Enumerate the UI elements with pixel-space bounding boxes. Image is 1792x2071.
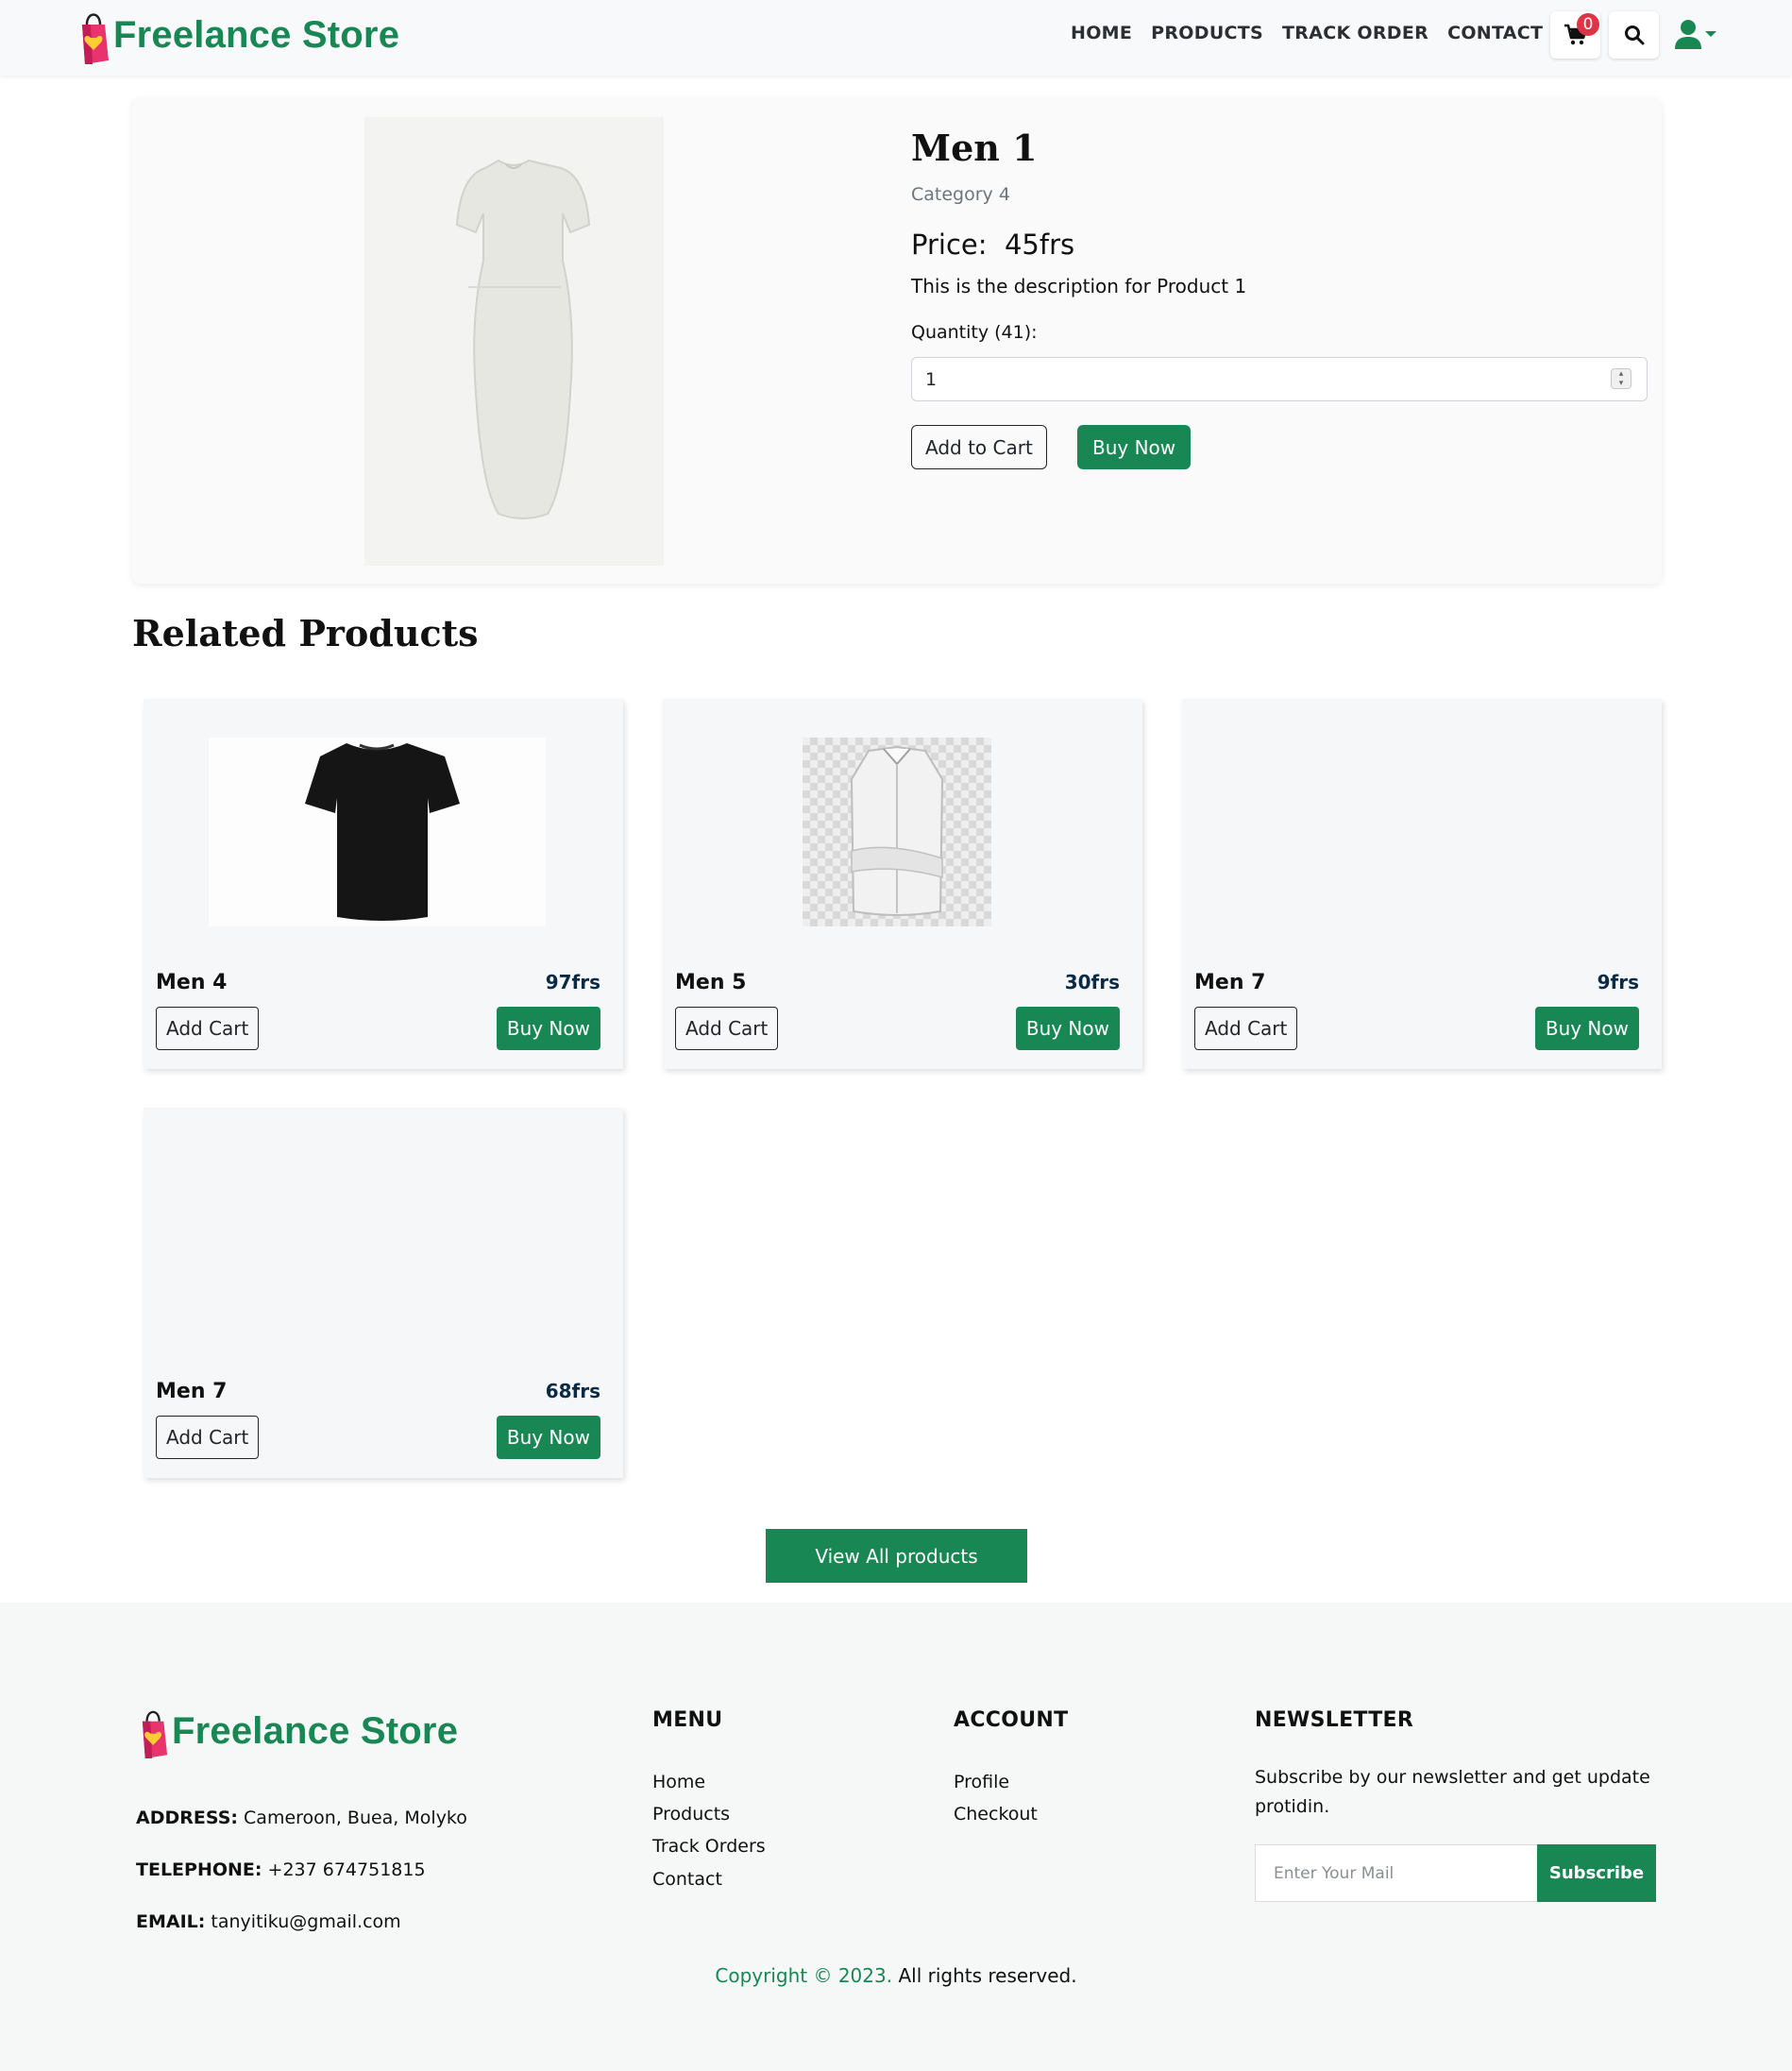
telephone-value: +237 674751815 — [267, 1859, 426, 1880]
footer-address: ADDRESS: Cameroon, Buea, Molyko — [136, 1808, 467, 1828]
footer-link-profile[interactable]: Profile — [954, 1772, 1009, 1792]
quantity-label: Quantity (41): — [911, 322, 1038, 343]
copyright: Copyright © 2023. All rights reserved. — [0, 1964, 1792, 1987]
nav-products[interactable]: PRODUCTS — [1151, 23, 1263, 43]
copyright-year: Copyright © 2023. — [715, 1964, 893, 1987]
user-icon — [1675, 20, 1701, 49]
product-price: Price: 45frs — [911, 229, 1074, 261]
cart-button[interactable]: 0 — [1550, 11, 1600, 59]
product-title: Men 1 — [911, 127, 1038, 169]
product-card-price: 97frs — [545, 971, 600, 993]
add-to-cart-button[interactable]: Add to Cart — [911, 425, 1047, 469]
nav-track-order[interactable]: TRACK ORDER — [1282, 23, 1429, 43]
white-dress-image — [455, 159, 591, 519]
product-card: Men 7 68frs Add Cart Buy Now — [144, 1108, 623, 1478]
product-card-price: 68frs — [545, 1380, 600, 1402]
footer-newsletter-title: NEWSLETTER — [1255, 1708, 1414, 1732]
product-card: Men 5 30frs Add Cart Buy Now — [663, 699, 1142, 1069]
product-card-image — [209, 738, 546, 926]
footer-email: EMAIL: tanyitiku@gmail.com — [136, 1911, 401, 1932]
buy-now-button[interactable]: Buy Now — [1534, 1007, 1639, 1050]
buy-now-button[interactable]: Buy Now — [1077, 425, 1192, 469]
address-value: Cameroon, Buea, Molyko — [244, 1808, 467, 1828]
footer-link-products[interactable]: Products — [652, 1804, 730, 1825]
nav-home[interactable]: HOME — [1071, 23, 1132, 43]
product-card-price: 30frs — [1064, 971, 1120, 993]
add-cart-button[interactable]: Add Cart — [156, 1416, 260, 1459]
copyright-rights: All rights reserved. — [892, 1964, 1077, 1987]
newsletter-email-input[interactable] — [1255, 1844, 1538, 1902]
shopping-bag-logo-icon — [82, 13, 109, 64]
price-value: 45frs — [1004, 229, 1075, 261]
product-card-name: Men 5 — [675, 971, 747, 994]
shopping-bag-logo-icon — [142, 1710, 168, 1758]
buy-now-button[interactable]: Buy Now — [1015, 1007, 1120, 1050]
price-label: Price: — [911, 229, 988, 261]
product-card-name: Men 7 — [1194, 971, 1266, 994]
user-menu[interactable] — [1675, 19, 1716, 49]
add-cart-button[interactable]: Add Cart — [675, 1007, 779, 1050]
email-value: tanyitiku@gmail.com — [211, 1911, 401, 1932]
main-nav: HOME PRODUCTS TRACK ORDER CONTACT — [1071, 23, 1543, 43]
product-card: Men 7 9frs Add Cart Buy Now — [1182, 699, 1662, 1069]
navbar: Freelance Store HOME PRODUCTS TRACK ORDE… — [0, 0, 1792, 76]
product-card-name: Men 4 — [156, 971, 228, 994]
product-card: Men 4 97frs Add Cart Buy Now — [144, 699, 623, 1069]
product-category: Category 4 — [911, 184, 1010, 205]
footer-link-checkout[interactable]: Checkout — [954, 1804, 1038, 1825]
email-label: EMAIL: — [136, 1911, 206, 1932]
white-shirt-image — [850, 745, 944, 916]
black-tshirt-image — [305, 743, 460, 921]
search-icon — [1624, 25, 1644, 45]
telephone-label: TELEPHONE: — [136, 1859, 262, 1880]
quantity-spinner[interactable]: ▴ ▾ — [1611, 368, 1631, 389]
quantity-input[interactable] — [911, 357, 1648, 401]
product-card-price: 9frs — [1597, 971, 1639, 993]
related-products-title: Related Products — [132, 612, 479, 654]
footer — [0, 1603, 1792, 2071]
footer-brand-logo[interactable]: Freelance Store — [140, 1704, 458, 1758]
nav-contact[interactable]: CONTACT — [1447, 23, 1543, 43]
footer-link-contact[interactable]: Contact — [652, 1869, 722, 1890]
brand-name: Freelance Store — [113, 13, 400, 56]
view-all-products-button[interactable]: View All products — [766, 1529, 1027, 1583]
footer-telephone: TELEPHONE: +237 674751815 — [136, 1859, 426, 1880]
add-cart-button[interactable]: Add Cart — [156, 1007, 260, 1050]
footer-brand-name: Freelance Store — [172, 1709, 459, 1752]
caret-down-icon — [1705, 31, 1716, 37]
product-description: This is the description for Product 1 — [911, 275, 1247, 297]
footer-account-title: ACCOUNT — [954, 1708, 1069, 1732]
buy-now-button[interactable]: Buy Now — [496, 1007, 600, 1050]
subscribe-button[interactable]: Subscribe — [1537, 1844, 1656, 1902]
add-cart-button[interactable]: Add Cart — [1194, 1007, 1298, 1050]
cart-count-badge: 0 — [1577, 13, 1599, 36]
brand-logo[interactable]: Freelance Store — [79, 6, 399, 64]
product-image — [364, 117, 664, 566]
footer-link-home[interactable]: Home — [652, 1772, 705, 1792]
product-card-image — [803, 738, 991, 926]
product-detail-card — [132, 98, 1662, 584]
buy-now-button[interactable]: Buy Now — [496, 1416, 600, 1459]
footer-link-track-orders[interactable]: Track Orders — [652, 1836, 766, 1857]
search-button[interactable] — [1609, 11, 1659, 59]
product-card-name: Men 7 — [156, 1380, 228, 1403]
address-label: ADDRESS: — [136, 1808, 238, 1828]
newsletter-text: Subscribe by our newsletter and get upda… — [1255, 1767, 1650, 1817]
footer-menu-title: MENU — [652, 1708, 723, 1732]
